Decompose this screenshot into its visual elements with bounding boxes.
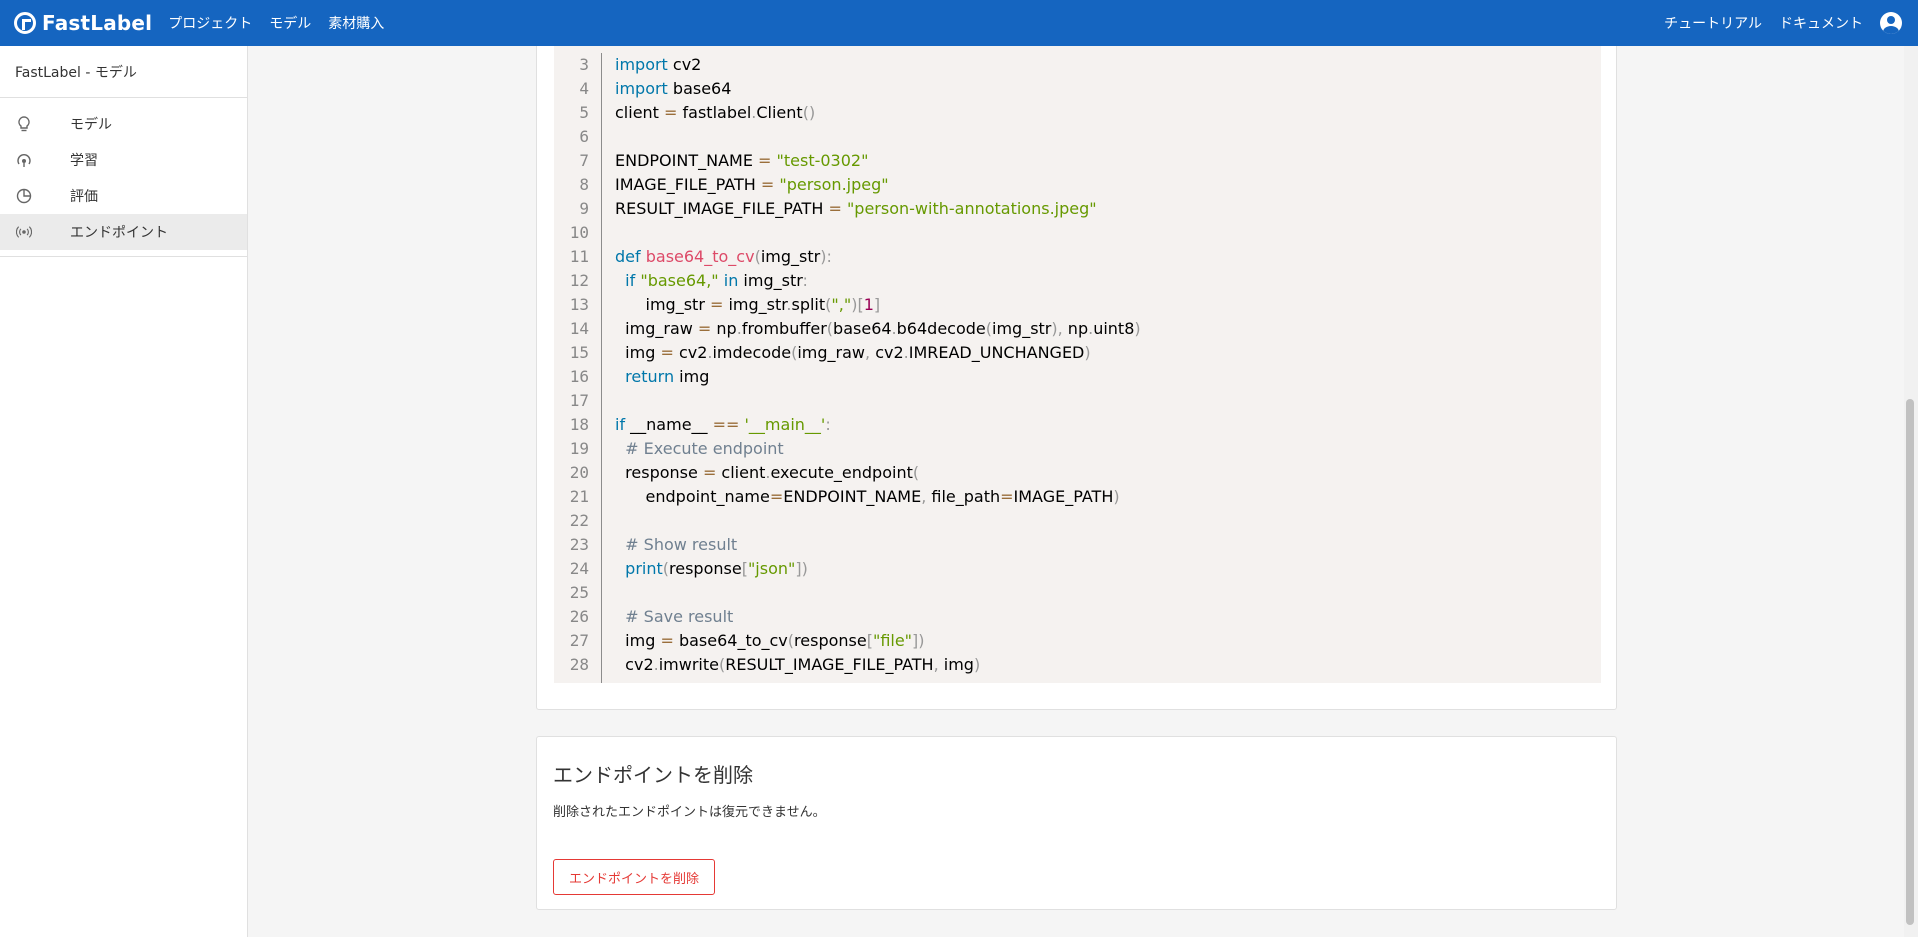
code-line: # Show result bbox=[625, 535, 738, 554]
main-nav: プロジェクト モデル 素材購入 bbox=[168, 13, 401, 33]
code-line: response = client.execute_endpoint( bbox=[615, 463, 920, 482]
line-number: 13 bbox=[569, 295, 589, 314]
sidebar-item-training[interactable]: 学習 bbox=[0, 142, 247, 178]
code-line: ENDPOINT_NAME = "test-0302" bbox=[615, 151, 869, 170]
header-right: チュートリアル ドキュメント bbox=[1664, 12, 1918, 34]
sidebar-item-label: エンドポイント bbox=[70, 225, 168, 241]
delete-section-title: エンドポイントを削除 bbox=[553, 763, 753, 787]
sidebar-item-label: 学習 bbox=[70, 153, 98, 169]
code-line: # Save result bbox=[625, 607, 734, 626]
lightbulb-icon bbox=[16, 116, 32, 132]
line-number: 7 bbox=[579, 151, 589, 170]
line-number: 10 bbox=[569, 223, 589, 242]
line-number: 25 bbox=[569, 583, 589, 602]
fastlabel-logo-icon bbox=[14, 12, 36, 34]
code-line: img = cv2.imdecode(img_raw, cv2.IMREAD_U… bbox=[615, 343, 1091, 362]
code-line: img = base64_to_cv(response["file"]) bbox=[615, 631, 925, 650]
code-line: endpoint_name=ENDPOINT_NAME, file_path=I… bbox=[615, 487, 1120, 506]
code-line: cv2.imwrite(RESULT_IMAGE_FILE_PATH, img) bbox=[615, 655, 981, 674]
line-number: 18 bbox=[569, 415, 589, 434]
delete-endpoint-button[interactable]: エンドポイントを削除 bbox=[553, 859, 716, 895]
line-number: 14 bbox=[569, 319, 589, 338]
nav-models[interactable]: モデル bbox=[269, 13, 311, 33]
line-number: 6 bbox=[579, 127, 589, 146]
fastlabel-logo[interactable]: FastLabel bbox=[14, 11, 152, 35]
line-number: 3 bbox=[579, 55, 589, 74]
delete-endpoint-card: エンドポイントを削除 削除されたエンドポイントは復元できません。 エンドポイント… bbox=[536, 736, 1617, 910]
sidebar-menu: モデル 学習 評価 エンドポイント bbox=[0, 98, 247, 257]
broadcast-icon bbox=[16, 224, 32, 240]
sidebar-item-endpoints[interactable]: エンドポイント bbox=[0, 214, 247, 250]
line-number: 15 bbox=[569, 343, 589, 362]
logo-text: FastLabel bbox=[42, 11, 153, 35]
code-line: def base64_to_cv(img_str): bbox=[615, 247, 832, 266]
code-line: import base64 bbox=[615, 79, 732, 98]
code-sample-card: 3 4 5 6 7 8 9 10 11 12 13 14 15 16 17 18 19 20 21 22 23 24 25 2… bbox=[536, 46, 1617, 710]
line-number: 26 bbox=[569, 607, 589, 626]
line-number: 22 bbox=[569, 511, 589, 530]
page-scrollbar[interactable] bbox=[1904, 46, 1918, 937]
line-number: 17 bbox=[569, 391, 589, 410]
code-line: # Execute endpoint bbox=[625, 439, 784, 458]
sidebar-item-models[interactable]: モデル bbox=[0, 106, 247, 142]
training-icon bbox=[16, 152, 32, 168]
line-number: 20 bbox=[569, 463, 589, 482]
chart-pie-icon bbox=[16, 188, 32, 204]
line-number: 11 bbox=[569, 247, 589, 266]
line-number: 24 bbox=[569, 559, 589, 578]
code-line: client = fastlabel.Client() bbox=[615, 103, 816, 122]
code-line: import cv2 bbox=[615, 55, 702, 74]
line-number: 16 bbox=[569, 367, 589, 386]
nav-projects[interactable]: プロジェクト bbox=[168, 13, 252, 33]
line-number: 21 bbox=[569, 487, 589, 506]
delete-section-description: 削除されたエンドポイントは復元できません。 bbox=[553, 805, 826, 820]
line-number: 4 bbox=[579, 79, 589, 98]
nav-documents[interactable]: ドキュメント bbox=[1779, 13, 1863, 33]
line-number-gutter: 3 4 5 6 7 8 9 10 11 12 13 14 15 16 17 18 19 20 21 22 23 24 25 2… bbox=[554, 53, 602, 683]
nav-asset-purchase[interactable]: 素材購入 bbox=[328, 13, 384, 33]
line-number: 27 bbox=[569, 631, 589, 650]
account-circle-icon[interactable] bbox=[1880, 12, 1902, 34]
line-number: 23 bbox=[569, 535, 589, 554]
code-line: if __name__ == '__main__': bbox=[615, 415, 831, 434]
code-line: IMAGE_FILE_PATH = "person.jpeg" bbox=[615, 175, 889, 194]
nav-tutorial[interactable]: チュートリアル bbox=[1664, 13, 1762, 33]
sidebar: FastLabel - モデル モデル 学習 評価 エンドポイント bbox=[0, 46, 248, 937]
line-number: 5 bbox=[579, 103, 589, 122]
scrollbar-thumb[interactable] bbox=[1906, 399, 1914, 925]
line-number: 8 bbox=[579, 175, 589, 194]
line-number: 28 bbox=[569, 655, 589, 674]
top-app-bar: FastLabel プロジェクト モデル 素材購入 チュートリアル ドキュメント bbox=[0, 0, 1918, 46]
line-number: 9 bbox=[579, 199, 589, 218]
code-lines: import cv2 import base64 client = fastlabe… bbox=[602, 53, 1141, 683]
code-line: RESULT_IMAGE_FILE_PATH = "person-with-an… bbox=[615, 199, 1097, 218]
sidebar-title: FastLabel - モデル bbox=[0, 46, 247, 98]
code-line: img_str = img_str.split(",")[1] bbox=[615, 295, 881, 314]
line-number: 19 bbox=[569, 439, 589, 458]
line-number: 12 bbox=[569, 271, 589, 290]
code-line: print(response["json"]) bbox=[625, 559, 808, 578]
code-line: img_raw = np.frombuffer(base64.b64decode… bbox=[615, 319, 1141, 338]
main-content: 3 4 5 6 7 8 9 10 11 12 13 14 15 16 17 18 19 20 21 22 23 24 25 2… bbox=[248, 46, 1904, 937]
sidebar-item-label: モデル bbox=[70, 117, 112, 133]
sidebar-item-label: 評価 bbox=[70, 189, 98, 205]
code-line: if "base64," in img_str: bbox=[625, 271, 808, 290]
code-line: return img bbox=[625, 367, 710, 386]
code-block[interactable]: 3 4 5 6 7 8 9 10 11 12 13 14 15 16 17 18 19 20 21 22 23 24 25 2… bbox=[554, 46, 1601, 683]
sidebar-item-evaluation[interactable]: 評価 bbox=[0, 178, 247, 214]
